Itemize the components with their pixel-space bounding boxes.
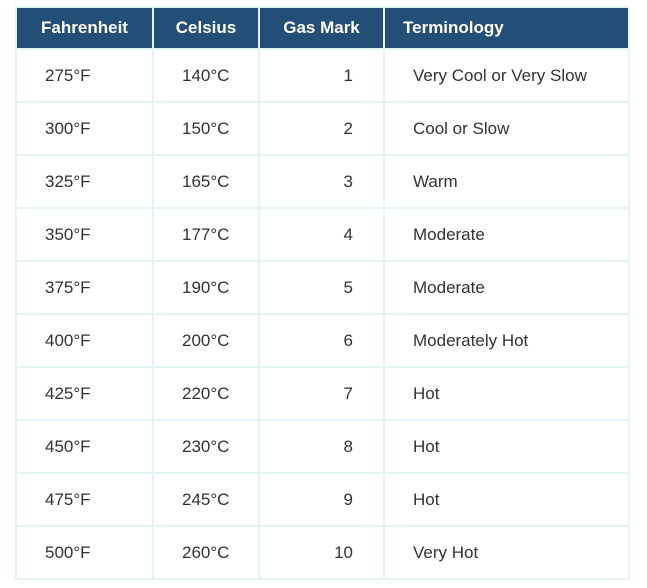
cell-celsius: 177°C: [152, 207, 260, 262]
cell-terminology: Very Hot: [383, 525, 630, 580]
cell-gas-mark: 1: [258, 48, 385, 103]
cell-fahrenheit: 375°F: [15, 260, 154, 315]
header-celsius: Celsius: [152, 7, 260, 49]
table-row: 300°F 150°C 2 Cool or Slow: [15, 101, 630, 156]
cell-fahrenheit: 300°F: [15, 101, 154, 156]
cell-celsius: 230°C: [152, 419, 260, 474]
cell-gas-mark: 2: [258, 101, 385, 156]
table-row: 350°F 177°C 4 Moderate: [15, 207, 630, 262]
table-row: 450°F 230°C 8 Hot: [15, 419, 630, 474]
cell-terminology: Hot: [383, 419, 630, 474]
cell-celsius: 190°C: [152, 260, 260, 315]
oven-temperature-table: Fahrenheit Celsius Gas Mark Terminology …: [15, 6, 630, 580]
table-row: 425°F 220°C 7 Hot: [15, 366, 630, 421]
table-header: Fahrenheit Celsius Gas Mark Terminology: [15, 7, 630, 49]
header-terminology: Terminology: [383, 7, 630, 49]
cell-terminology: Moderately Hot: [383, 313, 630, 368]
table-row: 400°F 200°C 6 Moderately Hot: [15, 313, 630, 368]
cell-fahrenheit: 425°F: [15, 366, 154, 421]
table-row: 375°F 190°C 5 Moderate: [15, 260, 630, 315]
cell-terminology: Hot: [383, 366, 630, 421]
cell-fahrenheit: 475°F: [15, 472, 154, 527]
cell-fahrenheit: 450°F: [15, 419, 154, 474]
cell-gas-mark: 10: [258, 525, 385, 580]
cell-gas-mark: 5: [258, 260, 385, 315]
table-row: 500°F 260°C 10 Very Hot: [15, 525, 630, 580]
cell-terminology: Hot: [383, 472, 630, 527]
cell-fahrenheit: 500°F: [15, 525, 154, 580]
cell-celsius: 245°C: [152, 472, 260, 527]
cell-terminology: Moderate: [383, 207, 630, 262]
table-row: 475°F 245°C 9 Hot: [15, 472, 630, 527]
cell-gas-mark: 3: [258, 154, 385, 209]
cell-terminology: Very Cool or Very Slow: [383, 48, 630, 103]
cell-terminology: Moderate: [383, 260, 630, 315]
cell-gas-mark: 4: [258, 207, 385, 262]
cell-celsius: 150°C: [152, 101, 260, 156]
header-gas-mark: Gas Mark: [258, 7, 385, 49]
cell-celsius: 165°C: [152, 154, 260, 209]
table-body: 275°F 140°C 1 Very Cool or Very Slow 300°F 15…: [15, 48, 630, 580]
cell-terminology: Cool or Slow: [383, 101, 630, 156]
cell-celsius: 140°C: [152, 48, 260, 103]
cell-terminology: Warm: [383, 154, 630, 209]
cell-gas-mark: 8: [258, 419, 385, 474]
cell-gas-mark: 6: [258, 313, 385, 368]
cell-celsius: 200°C: [152, 313, 260, 368]
cell-celsius: 220°C: [152, 366, 260, 421]
cell-gas-mark: 9: [258, 472, 385, 527]
cell-gas-mark: 7: [258, 366, 385, 421]
cell-fahrenheit: 325°F: [15, 154, 154, 209]
cell-fahrenheit: 400°F: [15, 313, 154, 368]
header-row: Fahrenheit Celsius Gas Mark Terminology: [15, 7, 630, 49]
cell-fahrenheit: 275°F: [15, 48, 154, 103]
table-row: 275°F 140°C 1 Very Cool or Very Slow: [15, 48, 630, 103]
table-row: 325°F 165°C 3 Warm: [15, 154, 630, 209]
header-fahrenheit: Fahrenheit: [15, 7, 154, 49]
cell-celsius: 260°C: [152, 525, 260, 580]
cell-fahrenheit: 350°F: [15, 207, 154, 262]
